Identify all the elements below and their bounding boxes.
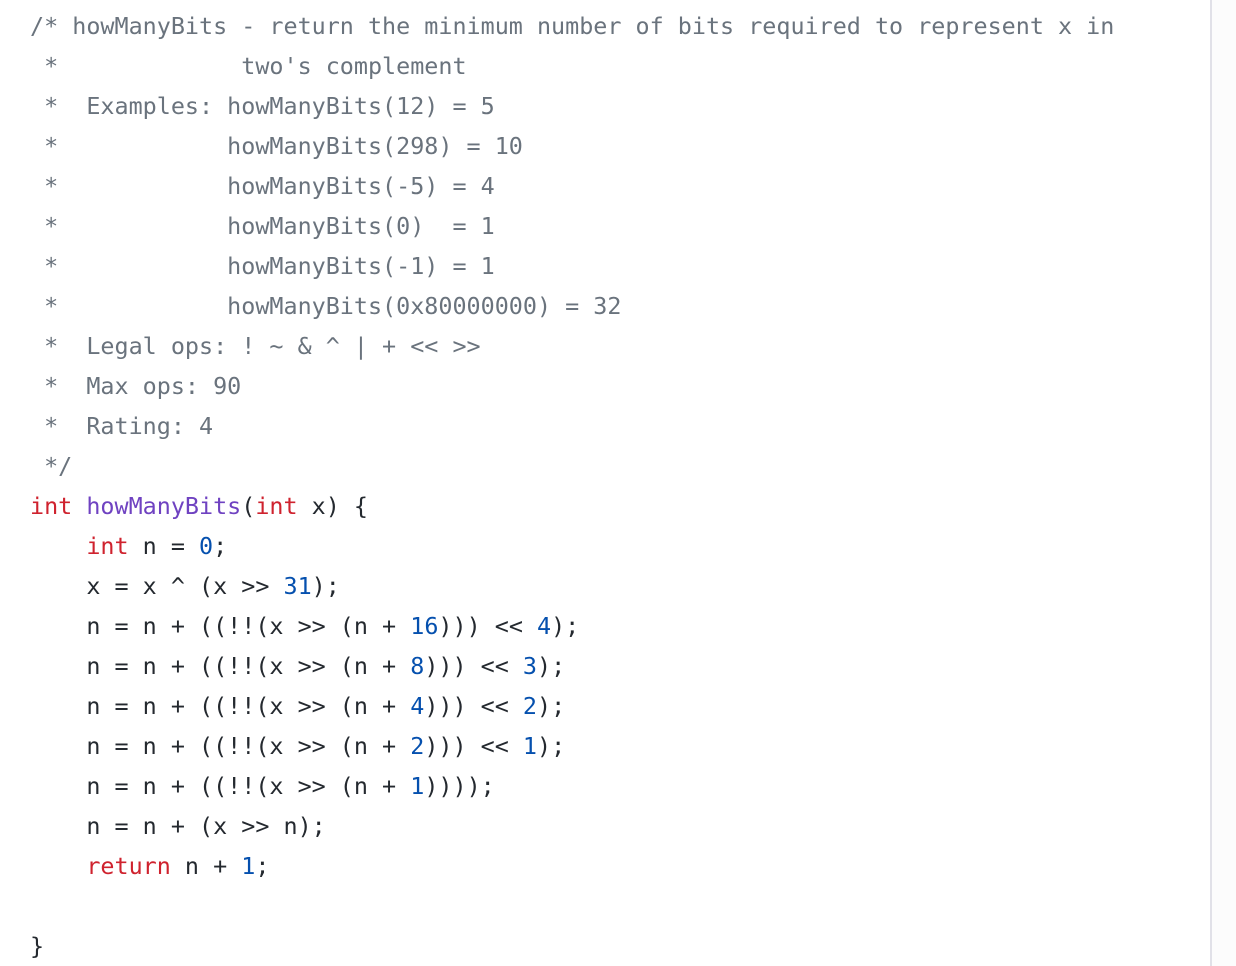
code-line: * two's complement xyxy=(30,46,1114,86)
comment-token: * howManyBits(0) = 1 xyxy=(30,212,495,240)
number-literal-token: 2 xyxy=(410,732,425,760)
function-name-token: howManyBits xyxy=(86,492,242,520)
code-line: * howManyBits(298) = 10 xyxy=(30,126,1114,166)
comment-token: * howManyBits(298) = 10 xyxy=(30,132,523,160)
code-token: ( xyxy=(241,492,256,520)
code-line: * Examples: howManyBits(12) = 5 xyxy=(30,86,1114,126)
code-token: ))) << xyxy=(424,652,523,680)
code-block: /* howManyBits - return the minimum numb… xyxy=(30,6,1114,966)
code-line: int howManyBits(int x) { xyxy=(30,486,1114,526)
code-token: n = xyxy=(128,532,200,560)
code-line: * howManyBits(-5) = 4 xyxy=(30,166,1114,206)
comment-token: * howManyBits(-1) = 1 xyxy=(30,252,495,280)
code-token: x) { xyxy=(297,492,369,520)
code-token: ))) << xyxy=(438,612,537,640)
number-literal-token: 1 xyxy=(522,732,537,760)
code-token: } xyxy=(30,932,45,960)
comment-token: * howManyBits(-5) = 4 xyxy=(30,172,495,200)
number-literal-token: 8 xyxy=(410,652,425,680)
comment-token: */ xyxy=(30,452,73,480)
keyword-token: return xyxy=(86,852,171,880)
code-token: n = n + ((!!(x >> (n + xyxy=(30,732,411,760)
code-line: n = n + ((!!(x >> (n + 8))) << 3); xyxy=(30,646,1114,686)
code-token: ))) << xyxy=(424,692,523,720)
code-line: } xyxy=(30,926,1114,966)
code-token: x = x ^ (x >> xyxy=(30,572,284,600)
code-token: n + xyxy=(170,852,242,880)
code-line: * Rating: 4 xyxy=(30,406,1114,446)
code-line: * Legal ops: ! ~ & ^ | + << >> xyxy=(30,326,1114,366)
code-line: return n + 1; xyxy=(30,846,1114,886)
code-line: n = n + ((!!(x >> (n + 16))) << 4); xyxy=(30,606,1114,646)
code-token: n = n + (x >> n); xyxy=(30,812,326,840)
comment-token: * Max ops: 90 xyxy=(30,372,242,400)
comment-token: * two's complement xyxy=(30,52,467,80)
code-line: x = x ^ (x >> 31); xyxy=(30,566,1114,606)
code-line: */ xyxy=(30,446,1114,486)
code-line: * howManyBits(0) = 1 xyxy=(30,206,1114,246)
code-token: n = n + ((!!(x >> (n + xyxy=(30,772,411,800)
number-literal-token: 0 xyxy=(199,532,214,560)
code-token: )))); xyxy=(424,772,495,800)
code-line: * howManyBits(0x80000000) = 32 xyxy=(30,286,1114,326)
code-token: ); xyxy=(537,652,566,680)
code-line: * Max ops: 90 xyxy=(30,366,1114,406)
keyword-token: int xyxy=(30,492,73,520)
number-literal-token: 31 xyxy=(283,572,312,600)
comment-token: * howManyBits(0x80000000) = 32 xyxy=(30,292,622,320)
code-token: ); xyxy=(537,692,566,720)
code-line: n = n + ((!!(x >> (n + 1)))); xyxy=(30,766,1114,806)
code-token: ); xyxy=(551,612,580,640)
scrollbar-track[interactable] xyxy=(1210,0,1236,966)
number-literal-token: 3 xyxy=(522,652,537,680)
code-line: n = n + ((!!(x >> (n + 2))) << 1); xyxy=(30,726,1114,766)
number-literal-token: 1 xyxy=(241,852,256,880)
number-literal-token: 16 xyxy=(410,612,439,640)
number-literal-token: 2 xyxy=(522,692,537,720)
keyword-token: int xyxy=(255,492,298,520)
code-viewer: /* howManyBits - return the minimum numb… xyxy=(0,0,1210,966)
code-token: n = n + ((!!(x >> (n + xyxy=(30,612,411,640)
code-line: int n = 0; xyxy=(30,526,1114,566)
comment-token: /* howManyBits - return the minimum numb… xyxy=(30,12,1115,40)
code-line: * howManyBits(-1) = 1 xyxy=(30,246,1114,286)
code-token: ); xyxy=(537,732,566,760)
number-literal-token: 4 xyxy=(536,612,552,640)
comment-token: * Rating: 4 xyxy=(30,412,214,440)
comment-token: * Examples: howManyBits(12) = 5 xyxy=(30,92,495,120)
code-line: n = n + (x >> n); xyxy=(30,806,1114,846)
keyword-token: int xyxy=(86,532,129,560)
code-token: n = n + ((!!(x >> (n + xyxy=(30,692,411,720)
code-token: ; xyxy=(255,852,270,880)
number-literal-token: 1 xyxy=(410,772,425,800)
code-line: /* howManyBits - return the minimum numb… xyxy=(30,6,1114,46)
code-token: ))) << xyxy=(424,732,523,760)
number-literal-token: 4 xyxy=(410,692,425,720)
comment-token: * Legal ops: ! ~ & ^ | + << >> xyxy=(30,332,481,360)
code-line: n = n + ((!!(x >> (n + 4))) << 2); xyxy=(30,686,1114,726)
code-token: n = n + ((!!(x >> (n + xyxy=(30,652,411,680)
code-token: ); xyxy=(311,572,340,600)
code-token: ; xyxy=(213,532,228,560)
